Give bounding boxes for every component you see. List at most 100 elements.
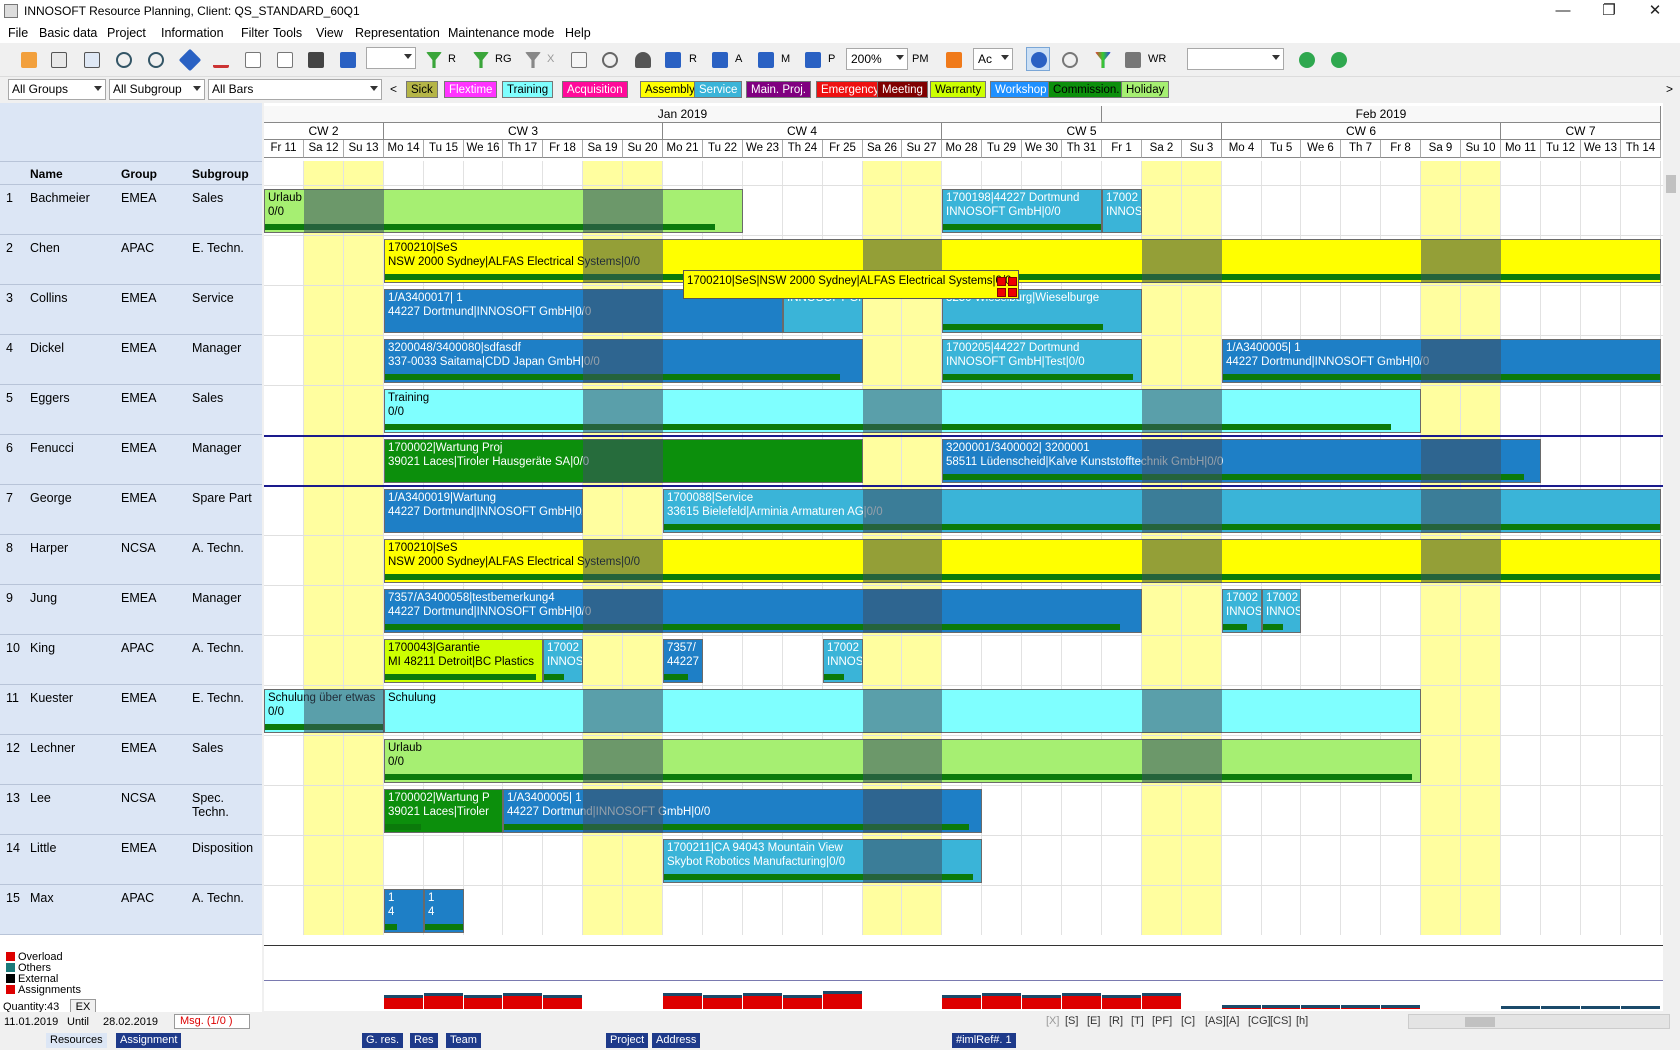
horizontal-scrollbar[interactable] <box>1408 1014 1670 1029</box>
legend-chip-meeting[interactable]: Meeting <box>877 81 928 98</box>
resize-handle-icon[interactable] <box>997 288 1006 297</box>
status-code-button[interactable]: [C] <box>1181 1015 1195 1027</box>
bars-select[interactable]: All Bars <box>208 79 382 100</box>
legend-chip-commission[interactable]: Commission. <box>1048 81 1125 98</box>
home-icon[interactable] <box>16 47 40 71</box>
zoom-out-icon[interactable] <box>143 47 167 71</box>
checkmark-icon[interactable] <box>941 47 965 71</box>
status-code-button[interactable]: [A] <box>1226 1015 1239 1027</box>
book-icon[interactable] <box>1120 47 1144 71</box>
status-code-button[interactable]: [h] <box>1296 1015 1308 1027</box>
status-code-button[interactable]: [T] <box>1131 1015 1144 1027</box>
menu-project[interactable]: Project <box>107 26 146 40</box>
minimize-button[interactable]: — <box>1540 0 1586 23</box>
help-p-icon[interactable] <box>800 47 824 71</box>
resource-row[interactable]: 14 Little EMEA Disposition <box>0 835 262 885</box>
edit-icon[interactable] <box>208 47 232 71</box>
status-code-button[interactable]: [CG] <box>1248 1015 1271 1027</box>
groups-select[interactable]: All Groups <box>8 79 106 100</box>
resource-row[interactable]: 8 Harper NCSA A. Techn. <box>0 535 262 585</box>
resource-row[interactable]: 15 Max APAC A. Techn. <box>0 885 262 935</box>
filter-r-icon[interactable] <box>421 47 445 71</box>
help-r-icon[interactable] <box>660 47 684 71</box>
user-icon[interactable] <box>630 47 654 71</box>
col-name[interactable]: Name <box>30 167 63 181</box>
help-m-icon[interactable] <box>753 47 777 71</box>
resource-row[interactable]: 10 King APAC A. Techn. <box>0 635 262 685</box>
vertical-scrollbar[interactable] <box>1663 161 1680 932</box>
resource-row[interactable]: 3 Collins EMEA Service <box>0 285 262 335</box>
calendar-clock-icon[interactable] <box>566 47 590 71</box>
assignment-bar[interactable]: 1700043|Garantie MI 48211 Detroit|BC Plas… <box>384 639 543 683</box>
copy-icon[interactable] <box>240 47 264 71</box>
legend-chip-sick[interactable]: Sick <box>406 81 438 98</box>
legend-chip-acquisition[interactable]: Acquisition <box>562 81 628 98</box>
legend-chip-service[interactable]: Service <box>694 81 743 98</box>
resource-row[interactable]: 12 Lechner EMEA Sales <box>0 735 262 785</box>
resource-row[interactable]: 2 Chen APAC E. Techn. <box>0 235 262 285</box>
status-code-button[interactable]: [X] <box>1046 1015 1059 1027</box>
menu-tools[interactable]: Tools <box>273 26 302 40</box>
resize-handle-icon[interactable] <box>997 277 1006 286</box>
gantt-chart[interactable]: Fr 11 Sa 12 Su 13 Mo 14 Tu 15 We 16 Th 17 Fr 18… <box>264 103 1663 935</box>
resource-row[interactable]: 1 Bachmeier EMEA Sales <box>0 185 262 235</box>
assignment-bar[interactable]: 17002 INNOS <box>543 639 583 683</box>
assignment-bar[interactable]: 14 <box>424 889 464 933</box>
status-tab[interactable]: Address <box>652 1033 701 1048</box>
menu-maintenance-mode[interactable]: Maintenance mode <box>448 26 554 40</box>
timer-icon[interactable] <box>597 47 621 71</box>
resource-row[interactable]: 4 Dickel EMEA Manager <box>0 335 262 385</box>
document-icon[interactable] <box>272 47 296 71</box>
resource-row[interactable]: 9 Jung EMEA Manager <box>0 585 262 635</box>
legend-left-arrow-icon[interactable]: < <box>390 82 397 96</box>
zoom-select[interactable]: 200% <box>846 48 908 70</box>
status-code-button[interactable]: [AS] <box>1205 1015 1226 1027</box>
status-code-button[interactable]: [E] <box>1087 1015 1100 1027</box>
legend-chip-assembly[interactable]: Assembly <box>640 81 700 98</box>
zoom-in-icon[interactable] <box>111 47 135 71</box>
menu-information[interactable]: Information <box>161 26 224 40</box>
bb-icon[interactable] <box>335 47 359 71</box>
status-code-button[interactable]: [CS] <box>1270 1015 1291 1027</box>
status-tab[interactable]: Team <box>446 1033 481 1048</box>
print-icon[interactable] <box>303 47 327 71</box>
menu-basic-data[interactable]: Basic data <box>39 26 97 40</box>
subgroup-select[interactable]: All Subgroup <box>109 79 205 100</box>
menu-view[interactable]: View <box>316 26 343 40</box>
status-code-button[interactable]: [PF] <box>1152 1015 1172 1027</box>
assignment-bar[interactable]: 1700205|44227 Dortmund INNOSOFT GmbH|Test… <box>942 339 1142 383</box>
legend-chip-flextime[interactable]: Flextime <box>444 81 498 98</box>
view-select[interactable] <box>366 47 416 69</box>
resource-row[interactable]: 6 Fenucci EMEA Manager <box>0 435 262 485</box>
legend-chip-emergency[interactable]: Emergency <box>816 81 885 98</box>
info-icon[interactable] <box>177 47 202 72</box>
assignment-bar[interactable]: 17002 INNOS <box>1222 589 1262 633</box>
resource-row[interactable]: 11 Kuester EMEA E. Techn. <box>0 685 262 735</box>
chart-icon[interactable] <box>79 47 103 71</box>
color-filter-icon[interactable] <box>1090 47 1114 71</box>
assignment-bar[interactable]: 7357/44227 <box>663 639 703 683</box>
menu-file[interactable]: File <box>8 26 28 40</box>
status-tab[interactable]: Resources <box>46 1033 107 1048</box>
assignment-bar[interactable]: 17002 INNOS <box>1262 589 1301 633</box>
legend-chip-training[interactable]: Training <box>502 81 554 98</box>
legend-chip-main-proj[interactable]: Main. Proj. <box>746 81 811 98</box>
calendar-icon[interactable] <box>46 47 70 71</box>
help-circle-icon[interactable] <box>1026 47 1050 71</box>
legend-chip-workshop[interactable]: Workshop <box>990 81 1052 98</box>
filter-x-icon[interactable] <box>520 47 544 71</box>
assignment-bar[interactable]: 1700002|Wartung P 39021 Laces|Tiroler <box>384 789 503 833</box>
legend-right-arrow-icon[interactable]: > <box>1666 82 1673 96</box>
legend-chip-holiday[interactable]: Holiday <box>1121 81 1170 98</box>
resource-row[interactable]: 13 Lee NCSA Spec. Techn. <box>0 785 262 835</box>
assignment-bar[interactable]: 1700198|44227 Dortmund INNOSOFT GmbH|0/0 <box>942 189 1102 233</box>
close-button[interactable]: ✕ <box>1632 0 1678 23</box>
help-a-icon[interactable] <box>707 47 731 71</box>
status-tab[interactable]: G. res. <box>362 1033 404 1048</box>
assignment-bar[interactable]: 7357/A3400058|testbemerkung4 44227 Dortmu… <box>384 589 1142 633</box>
assignment-bar[interactable]: 1/A3400019|Wartung 44227 Dortmund|INNOSOF… <box>384 489 583 533</box>
message-counter[interactable]: Msg. (1/0 ) <box>174 1014 250 1029</box>
tools-icon[interactable] <box>1057 47 1081 71</box>
assignment-bar[interactable]: 17002 INNOS <box>1102 189 1142 233</box>
status-tab[interactable]: Res <box>410 1033 438 1048</box>
